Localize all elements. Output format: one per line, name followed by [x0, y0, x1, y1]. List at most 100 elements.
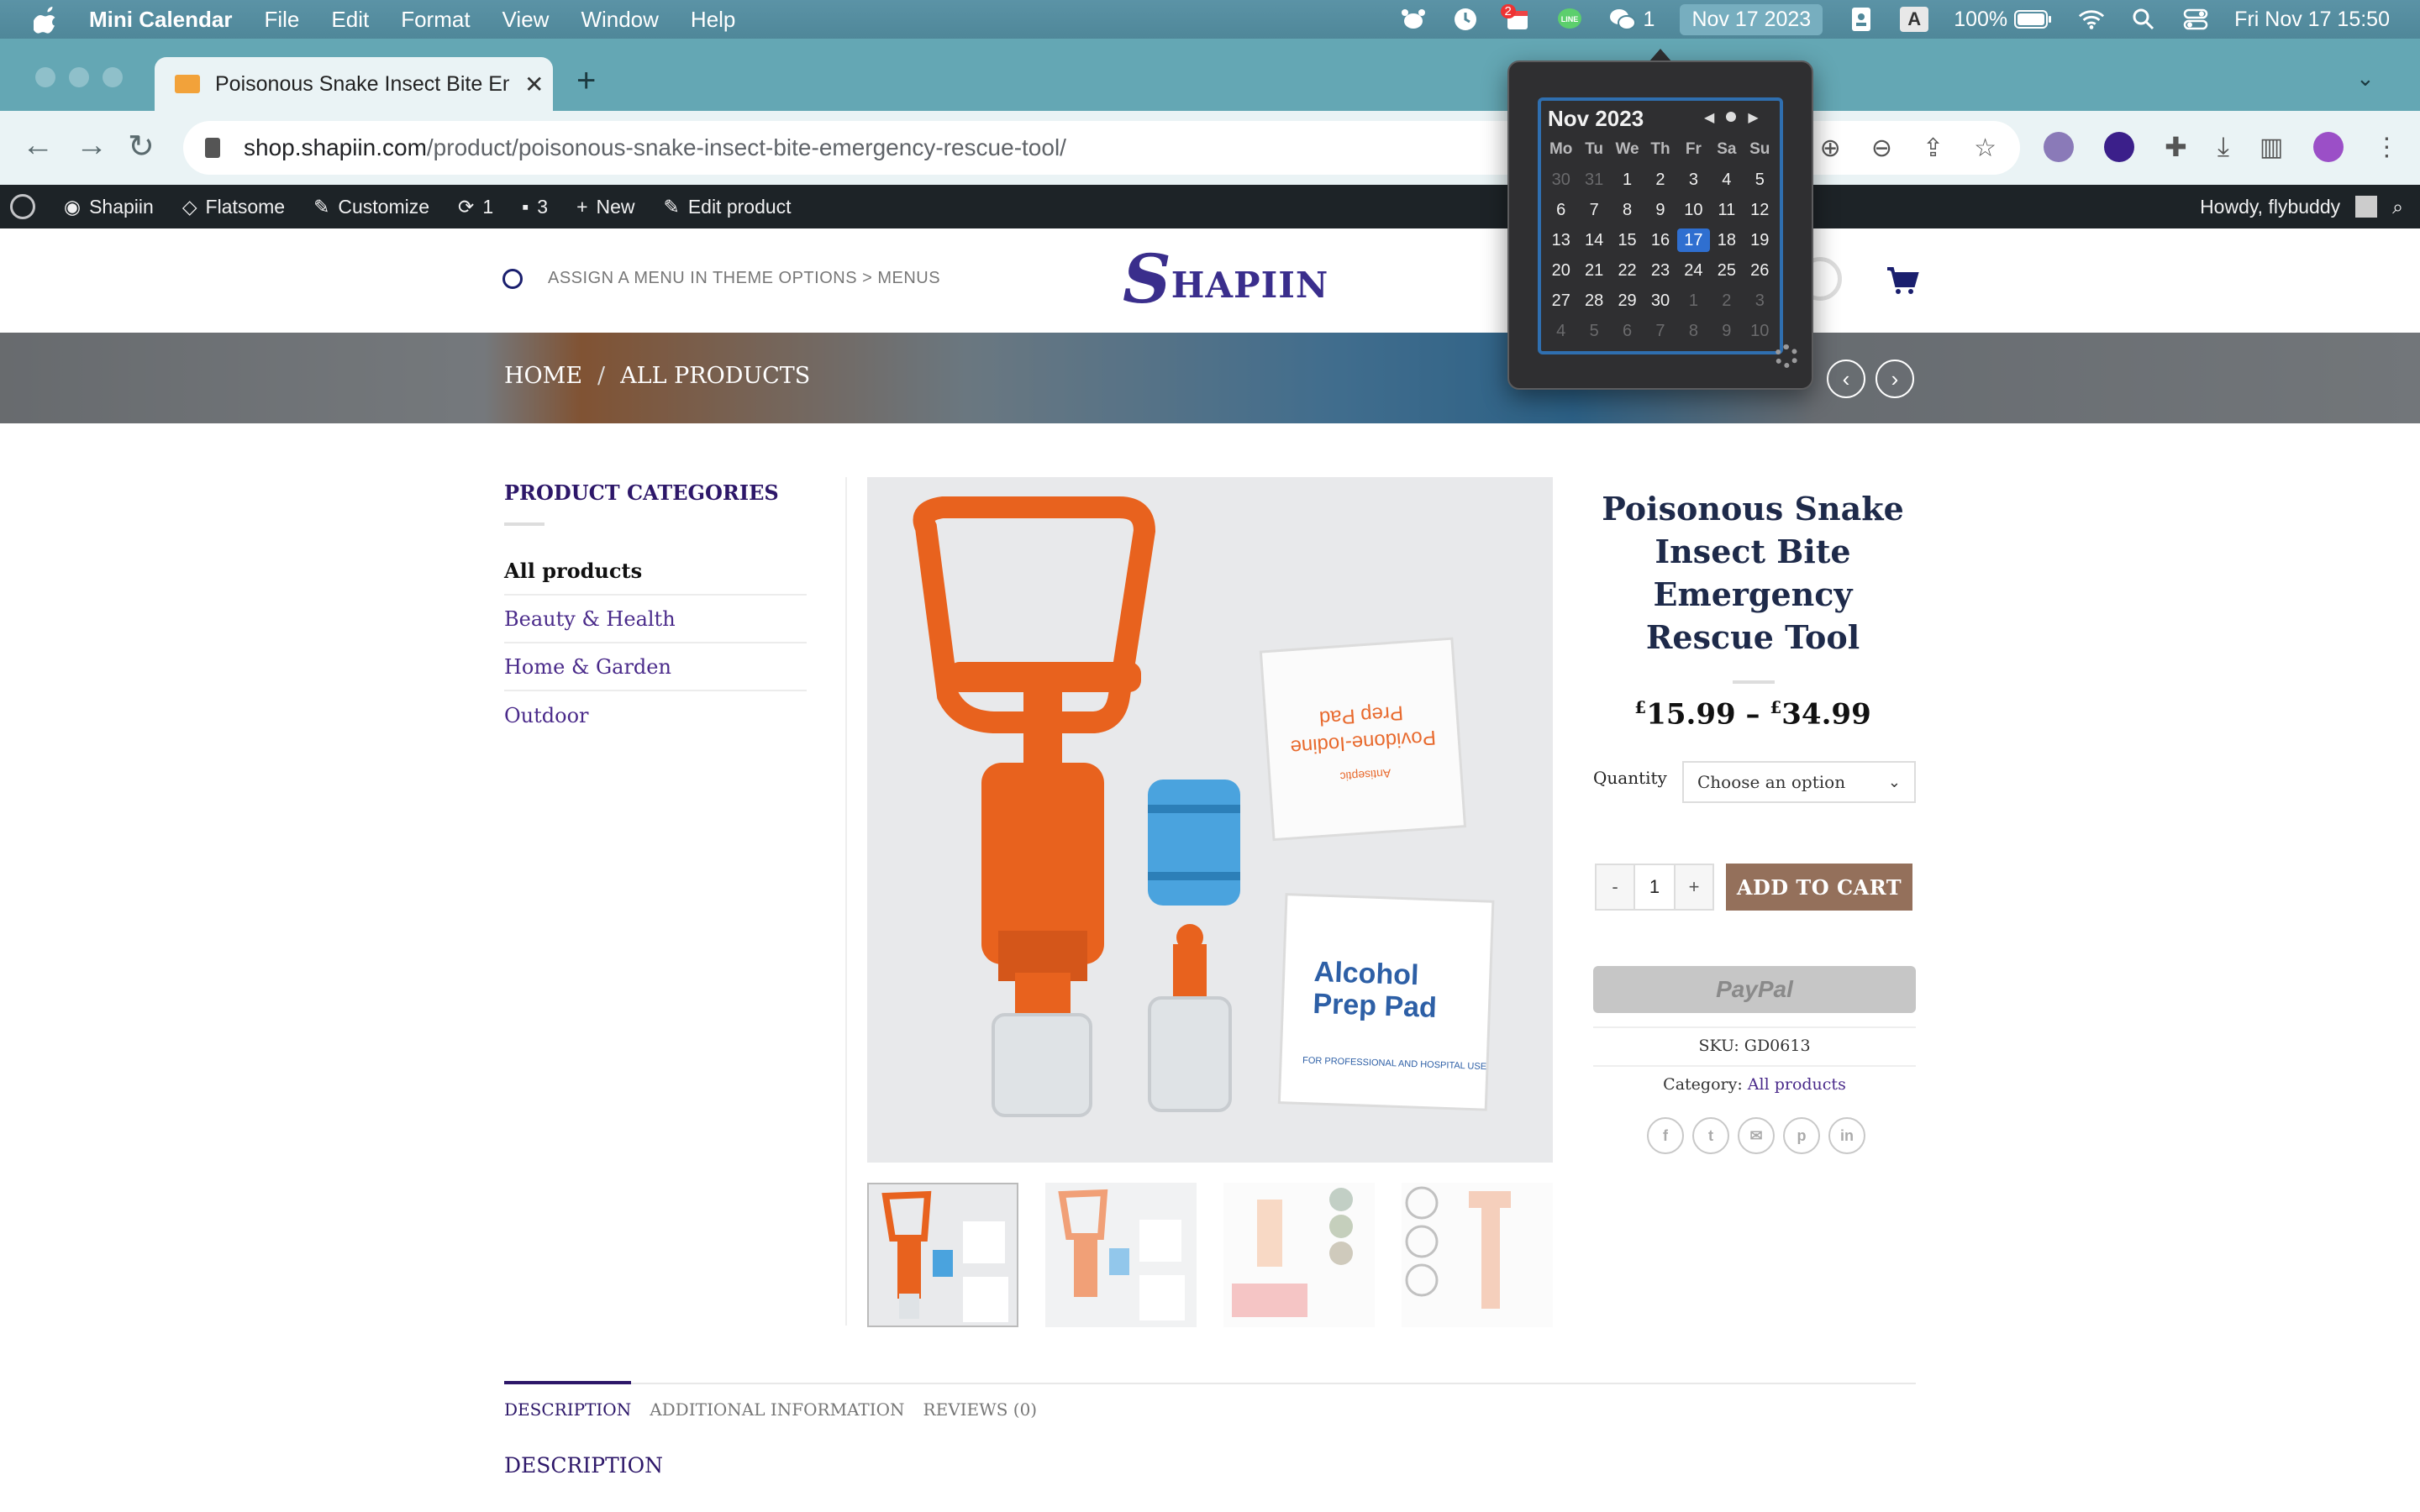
calendar-day[interactable]: 8: [1611, 198, 1644, 222]
menu-edit[interactable]: Edit: [331, 7, 369, 33]
clock-icon[interactable]: [1452, 6, 1479, 33]
reload-icon[interactable]: ↻: [128, 128, 155, 165]
calendar-day[interactable]: 5: [1577, 319, 1610, 343]
calendar-day[interactable]: 30: [1644, 289, 1676, 312]
calendar-day[interactable]: 21: [1577, 259, 1610, 282]
wordpress-logo-icon[interactable]: [10, 194, 35, 219]
calendar-day[interactable]: 6: [1544, 198, 1577, 222]
calendar-day[interactable]: 11: [1710, 198, 1743, 222]
window-minimize-button[interactable]: [69, 67, 89, 87]
apple-icon[interactable]: [34, 5, 59, 34]
calendar-day[interactable]: 8: [1677, 319, 1710, 343]
thumbnail-1[interactable]: [867, 1183, 1018, 1327]
wifi-icon[interactable]: [2078, 6, 2105, 33]
window-zoom-button[interactable]: [103, 67, 123, 87]
calendar-day[interactable]: 24: [1677, 259, 1710, 282]
browser-menu-icon[interactable]: ⋮: [2374, 133, 2399, 162]
wp-new-link[interactable]: + New: [576, 196, 634, 218]
wp-search-icon[interactable]: ⌕: [2392, 196, 2403, 218]
side-panel-icon[interactable]: ▥: [2260, 133, 2283, 162]
calendar-settings-gear-icon[interactable]: [1775, 344, 1798, 368]
downloads-icon[interactable]: ⤓: [2217, 131, 2229, 163]
calendar-day[interactable]: 19: [1744, 228, 1776, 252]
next-product-icon[interactable]: ›: [1876, 360, 1914, 398]
share-icon[interactable]: ⇪: [1923, 134, 1944, 163]
menu-window[interactable]: Window: [581, 7, 658, 33]
header-menu-hint[interactable]: ASSIGN A MENU IN THEME OPTIONS > MENUS: [548, 269, 940, 288]
menu-format[interactable]: Format: [401, 7, 470, 33]
forward-arrow-icon[interactable]: →: [76, 128, 108, 164]
paypal-button[interactable]: PayPal: [1593, 966, 1916, 1013]
calendar-day[interactable]: 2: [1710, 289, 1743, 312]
wp-edit-product-link[interactable]: ✎ Edit product: [664, 196, 792, 218]
calendar-day[interactable]: 1: [1611, 168, 1644, 192]
battery-status[interactable]: 100%: [1954, 8, 2053, 32]
calendar-day[interactable]: 4: [1710, 168, 1743, 192]
menu-help[interactable]: Help: [691, 7, 735, 33]
menubar-clock[interactable]: Fri Nov 17 15:50: [2234, 8, 2390, 32]
calendar-day[interactable]: 5: [1744, 168, 1776, 192]
calendar-day[interactable]: 22: [1611, 259, 1644, 282]
calendar-day[interactable]: 2: [1644, 168, 1676, 192]
pinterest-icon[interactable]: p: [1783, 1117, 1820, 1154]
calendar-day[interactable]: 10: [1744, 319, 1776, 343]
calendar-day[interactable]: 3: [1744, 289, 1776, 312]
category-beauty-health[interactable]: Beauty & Health: [504, 596, 807, 643]
category-home-garden[interactable]: Home & Garden: [504, 643, 807, 691]
calendar-day[interactable]: 14: [1577, 228, 1610, 252]
calendar-day[interactable]: 23: [1644, 259, 1676, 282]
calendar-day[interactable]: 4: [1544, 319, 1577, 343]
calendar-day[interactable]: 16: [1644, 228, 1676, 252]
calendar-day[interactable]: 9: [1710, 319, 1743, 343]
facebook-icon[interactable]: f: [1647, 1117, 1684, 1154]
calendar-day[interactable]: 3: [1677, 168, 1710, 192]
breadcrumb-current[interactable]: ALL PRODUCTS: [620, 363, 810, 389]
bookmark-star-icon[interactable]: ☆: [1974, 134, 1996, 163]
wechat-status[interactable]: 1: [1608, 7, 1655, 32]
calendar-day[interactable]: 18: [1710, 228, 1743, 252]
variation-select[interactable]: Choose an option ⌄: [1682, 761, 1916, 803]
wp-site-link[interactable]: ◉ Shapiin: [64, 196, 154, 218]
contacts-icon[interactable]: [1848, 6, 1875, 33]
extension-purple-icon[interactable]: [2044, 132, 2074, 162]
category-link[interactable]: All products: [1748, 1075, 1846, 1094]
calendar-prev-icon[interactable]: ◀: [1704, 109, 1714, 126]
thumbnail-4[interactable]: [1402, 1183, 1553, 1327]
twitter-icon[interactable]: t: [1692, 1117, 1729, 1154]
wp-comments-link[interactable]: ▪ 3: [522, 196, 548, 218]
tab-search-chevron-icon[interactable]: ⌄: [2356, 66, 2375, 92]
calendar-day[interactable]: 9: [1644, 198, 1676, 222]
thumbnail-3[interactable]: [1223, 1183, 1375, 1327]
spotlight-search-icon[interactable]: [2130, 6, 2157, 33]
calendar-day[interactable]: 1: [1677, 289, 1710, 312]
header-search-icon[interactable]: [502, 269, 523, 289]
tab-description[interactable]: DESCRIPTION: [504, 1381, 632, 1420]
cow-icon[interactable]: [1400, 6, 1427, 33]
menu-file[interactable]: File: [264, 7, 299, 33]
tab-close-icon[interactable]: ✕: [524, 71, 544, 98]
cart-icon[interactable]: [1886, 265, 1919, 303]
calendar-day[interactable]: 13: [1544, 228, 1577, 252]
calendar-day[interactable]: 29: [1611, 289, 1644, 312]
calendar-day[interactable]: 30: [1544, 168, 1577, 192]
browser-tab-active[interactable]: Poisonous Snake Insect Bite Emergency Re…: [155, 57, 553, 111]
window-close-button[interactable]: [35, 67, 55, 87]
quantity-input[interactable]: 1: [1634, 865, 1676, 909]
app-name[interactable]: Mini Calendar: [89, 7, 232, 33]
quantity-plus-button[interactable]: +: [1676, 865, 1712, 909]
calendar-day[interactable]: 7: [1577, 198, 1610, 222]
add-to-cart-button[interactable]: ADD TO CART: [1726, 864, 1912, 911]
wp-customize-link[interactable]: ✎ Customize: [313, 196, 429, 218]
calendar-day[interactable]: 10: [1677, 198, 1710, 222]
previous-product-icon[interactable]: ‹: [1827, 360, 1865, 398]
wp-theme-link[interactable]: ◇ Flatsome: [182, 196, 285, 218]
download-manager-icon[interactable]: [2104, 132, 2134, 162]
calendar-day[interactable]: 28: [1577, 289, 1610, 312]
back-arrow-icon[interactable]: ←: [22, 128, 54, 164]
breadcrumb-home[interactable]: HOME: [504, 363, 582, 389]
calendar-next-icon[interactable]: ▶: [1748, 109, 1758, 126]
product-main-image[interactable]: Povidone-Iodine Prep Pad Antiseptic Alco…: [867, 477, 1553, 1163]
calendar-day[interactable]: 26: [1744, 259, 1776, 282]
tab-reviews[interactable]: REVIEWS (0): [923, 1381, 1038, 1420]
calendar-today-dot-icon[interactable]: [1726, 112, 1737, 122]
